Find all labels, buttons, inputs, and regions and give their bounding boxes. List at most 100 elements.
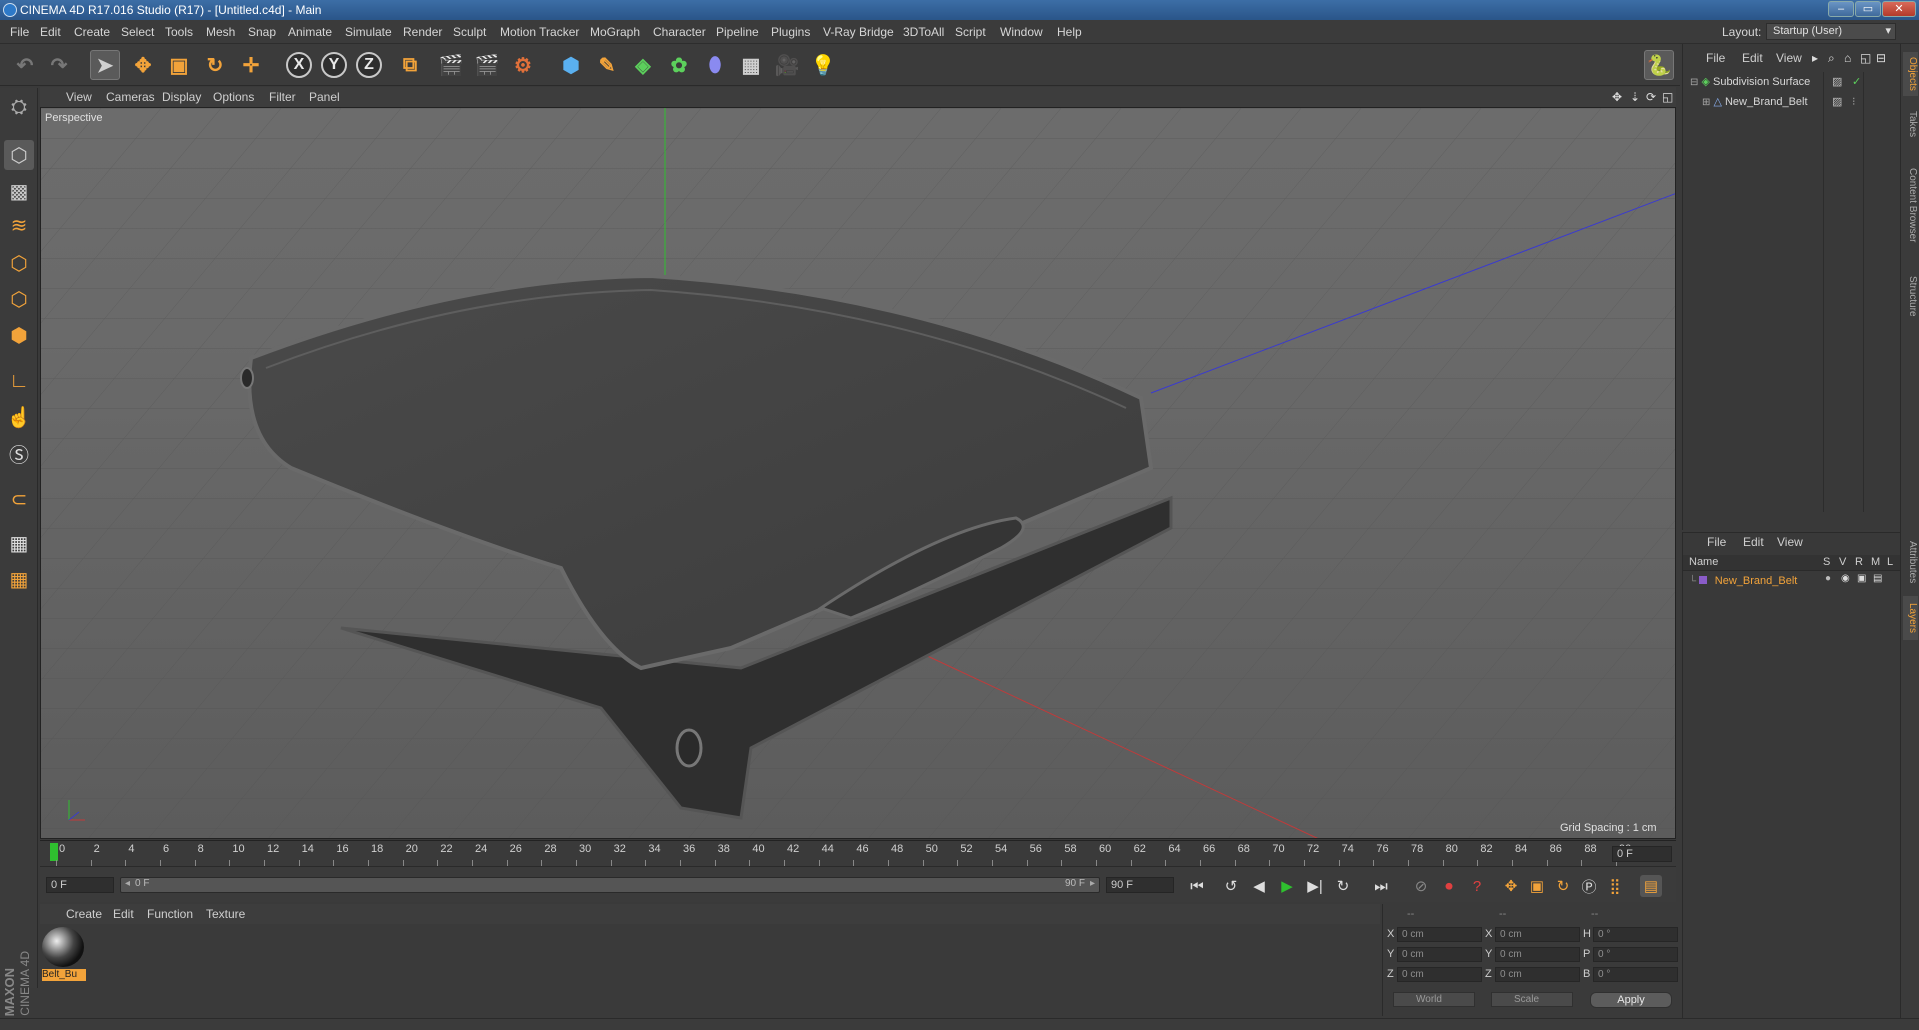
polygons-mode-icon[interactable]: ⬢ <box>4 320 34 350</box>
maximize-button[interactable]: ▭ <box>1855 1 1881 17</box>
tweak-mode-icon[interactable]: ☝ <box>4 402 34 432</box>
menu-window[interactable]: Window <box>1000 25 1043 39</box>
edges-mode-icon[interactable]: ⬡ <box>4 284 34 314</box>
texture-mode-icon[interactable]: ▩ <box>4 176 34 206</box>
coordinate-system-icon[interactable]: ⧉ <box>395 50 425 80</box>
object-row-subdivision-surface[interactable]: ⊟ ◈ Subdivision Surface ▨ ✓ <box>1690 74 1861 90</box>
timeline-playhead[interactable] <box>50 843 58 861</box>
material-menu-function[interactable]: Function <box>147 907 193 921</box>
layer-render-icon[interactable]: ▣ <box>1857 573 1866 584</box>
render-picture-viewer-icon[interactable]: 🎬 <box>472 50 502 80</box>
material-menu-edit[interactable]: Edit <box>113 907 134 921</box>
tab-attributes[interactable]: Attributes <box>1903 532 1918 592</box>
menu-tools[interactable]: Tools <box>165 25 193 39</box>
layer-manager-icon[interactable]: ▤ <box>1873 573 1882 584</box>
rotation-p-field[interactable]: 0 ° <box>1593 947 1678 962</box>
menu-script[interactable]: Script <box>955 25 986 39</box>
expand-toggle-icon[interactable]: ⊞ <box>1702 97 1710 108</box>
viewport-menu-cameras[interactable]: Cameras <box>106 90 155 104</box>
expand-toggle-icon[interactable]: ⊟ <box>1690 77 1698 88</box>
layer-row[interactable]: └ New_Brand_Belt ● ◉ ▣ ▤ <box>1689 573 1899 589</box>
material-menu-create[interactable]: Create <box>66 907 102 921</box>
undo-icon[interactable]: ↶ <box>10 50 40 80</box>
size-y-field[interactable]: 0 cm <box>1495 947 1580 962</box>
viewport-rotate-icon[interactable]: ⟳ <box>1646 90 1656 104</box>
planar-workplane-icon[interactable]: ▦ <box>4 564 34 594</box>
key-pla-icon[interactable]: ⣿ <box>1604 875 1626 897</box>
menu-character[interactable]: Character <box>653 25 706 39</box>
key-position-icon[interactable]: ✥ <box>1500 875 1522 897</box>
layer-menu-view[interactable]: View <box>1777 535 1803 549</box>
menu-simulate[interactable]: Simulate <box>345 25 392 39</box>
cube-primitive-icon[interactable]: ⬢ <box>556 50 586 80</box>
menu-render[interactable]: Render <box>403 25 442 39</box>
key-parameter-icon[interactable]: Ⓟ <box>1578 875 1600 897</box>
previous-frame-icon[interactable]: ◀ <box>1248 875 1270 897</box>
select-arrow-icon[interactable]: ➤ <box>90 50 120 80</box>
menu-help[interactable]: Help <box>1057 25 1082 39</box>
points-mode-icon[interactable]: ⬡ <box>4 248 34 278</box>
start-frame-field[interactable]: 0 F <box>46 877 114 893</box>
tab-takes[interactable]: Takes <box>1903 104 1918 144</box>
menu-sculpt[interactable]: Sculpt <box>453 25 486 39</box>
play-icon[interactable]: ▶ <box>1276 875 1298 897</box>
axis-mode-icon[interactable]: ∟ <box>4 366 34 396</box>
rotation-b-field[interactable]: 0 ° <box>1593 967 1678 982</box>
next-frame-icon[interactable]: ▶| <box>1304 875 1326 897</box>
perspective-viewport[interactable] <box>40 107 1676 839</box>
magnet-icon[interactable]: ⊂ <box>4 484 34 514</box>
end-frame-field[interactable]: 90 F <box>1106 877 1174 893</box>
position-z-field[interactable]: 0 cm <box>1397 967 1482 982</box>
viewport-menu-options[interactable]: Options <box>213 90 254 104</box>
go-to-start-icon[interactable]: ⏮ <box>1186 875 1208 897</box>
menu-select[interactable]: Select <box>121 25 154 39</box>
object-new-window-icon[interactable]: ◱ <box>1860 51 1871 65</box>
object-menu-edit[interactable]: Edit <box>1742 51 1763 65</box>
size-x-field[interactable]: 0 cm <box>1495 927 1580 942</box>
timeline-ruler[interactable]: 0 2 4 6 8 10 12 14 16 18 20 22 24 26 28 30 32 34 36 38 40 42 4… <box>40 840 1676 866</box>
spline-pen-icon[interactable]: ✎ <box>592 50 622 80</box>
autokey-icon[interactable]: ? <box>1466 875 1488 897</box>
menu-3dtoall[interactable]: 3DToAll <box>903 25 944 39</box>
object-menu-file[interactable]: File <box>1706 51 1725 65</box>
menu-pipeline[interactable]: Pipeline <box>716 25 759 39</box>
menu-snap[interactable]: Snap <box>248 25 276 39</box>
menu-file[interactable]: File <box>10 25 29 39</box>
tab-layers[interactable]: Layers <box>1903 596 1918 640</box>
next-key-icon[interactable]: ↻ <box>1332 875 1354 897</box>
material-swatch[interactable]: Belt_Bu <box>42 927 86 981</box>
light-bulb-icon[interactable]: 💡 <box>808 50 838 80</box>
menu-edit[interactable]: Edit <box>40 25 61 39</box>
object-edit-tag-icon[interactable]: ▨ <box>1832 74 1842 90</box>
render-settings-icon[interactable]: ⚙ <box>508 50 538 80</box>
deformer-icon[interactable]: ⬮ <box>700 50 730 80</box>
key-rotation-icon[interactable]: ↻ <box>1552 875 1574 897</box>
record-icon[interactable]: ⏺ <box>1438 875 1460 897</box>
coord-mode-world-select[interactable]: World <box>1393 992 1475 1007</box>
object-home-icon[interactable]: ⌂ <box>1844 51 1851 65</box>
menu-mograph[interactable]: MoGraph <box>590 25 640 39</box>
layer-menu-file[interactable]: File <box>1707 535 1726 549</box>
object-search-icon[interactable]: ⌕ <box>1828 51 1835 66</box>
floor-scene-icon[interactable]: ▦ <box>736 50 766 80</box>
scale-icon[interactable]: ▣ <box>164 50 194 80</box>
redo-icon[interactable]: ↷ <box>44 50 74 80</box>
current-frame-field[interactable]: 0 F <box>1612 846 1672 862</box>
mograph-cloner-icon[interactable]: ✿ <box>664 50 694 80</box>
minimize-button[interactable]: – <box>1828 1 1854 17</box>
go-to-end-icon[interactable]: ⏭ <box>1370 875 1392 897</box>
subdivision-surface-icon[interactable]: ◈ <box>628 50 658 80</box>
object-menu-more-icon[interactable]: ▸ <box>1812 51 1818 65</box>
workplane-mode-icon[interactable]: ≋ <box>4 210 34 240</box>
menu-plugins[interactable]: Plugins <box>771 25 810 39</box>
object-enabled-check-icon[interactable]: ✓ <box>1852 74 1861 90</box>
object-row-new-brand-belt[interactable]: ⊞ △ New_Brand_Belt ▨ ⁝ <box>1702 94 1856 110</box>
menu-vray-bridge[interactable]: V-Ray Bridge <box>823 25 894 39</box>
material-menu-texture[interactable]: Texture <box>206 907 245 921</box>
camera-icon[interactable]: 🎥 <box>772 50 802 80</box>
tab-structure[interactable]: Structure <box>1903 266 1918 326</box>
tab-objects[interactable]: Objects <box>1903 52 1918 96</box>
layer-visible-eye-icon[interactable]: ◉ <box>1841 573 1850 584</box>
z-axis-lock-button[interactable]: Z <box>356 52 382 78</box>
layer-menu-edit[interactable]: Edit <box>1743 535 1764 549</box>
